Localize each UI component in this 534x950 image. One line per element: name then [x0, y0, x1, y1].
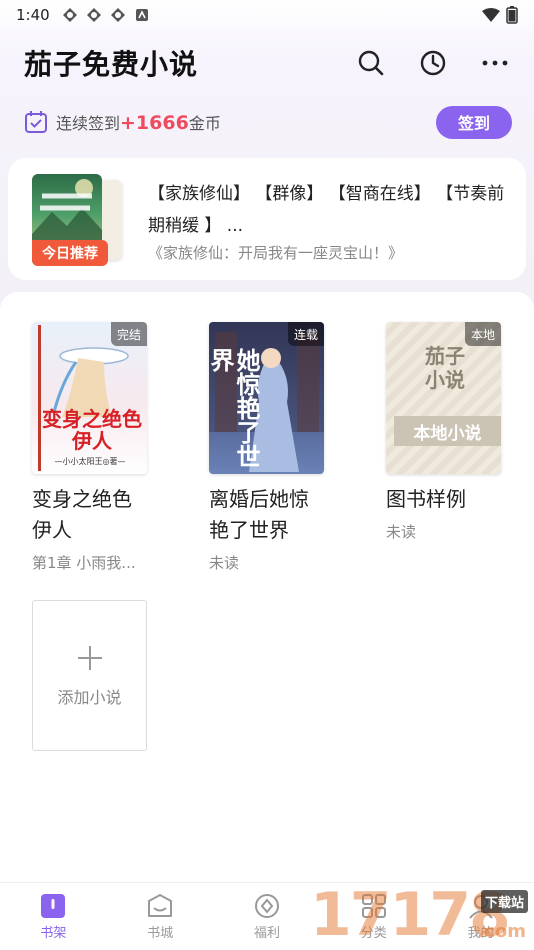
- wifi-icon: [482, 8, 500, 22]
- profile-icon: [468, 894, 493, 919]
- status-time: 1:40: [16, 6, 50, 24]
- book-title: 图书样例: [386, 487, 466, 511]
- tab-profile[interactable]: 我的: [427, 883, 534, 950]
- book-cover-title: 茄子小说: [425, 344, 465, 392]
- book-progress: 未读: [209, 554, 240, 572]
- book-progress: 未读: [386, 523, 417, 541]
- tab-welfare[interactable]: 福利: [214, 883, 321, 950]
- book-item[interactable]: 茄子小说 本地小说 本地 图书样例 未读: [386, 322, 526, 542]
- more-button[interactable]: [480, 48, 510, 78]
- checkin-suffix: 金币: [188, 114, 221, 133]
- recommend-book-name: 《家族修仙：开局我有一座灵宝山！》: [148, 244, 404, 262]
- checkin-button[interactable]: 签到: [436, 105, 512, 139]
- book-cover: 她惊艳了世界 连载: [209, 322, 324, 474]
- book-status-tag: 连载: [287, 322, 324, 346]
- book-cover-title: 她惊艳了世界: [209, 348, 260, 468]
- status-bar: 1:40: [0, 0, 534, 30]
- clock-icon: [420, 50, 446, 76]
- tab-label: 书架: [40, 925, 67, 941]
- tab-bookstore[interactable]: 书城: [107, 883, 214, 950]
- book-cover: 变身之绝色伊人 —小小太阳王◎著— 完结: [32, 322, 147, 474]
- app-header: 茄子免费小说: [0, 40, 534, 86]
- book-cover-author: —小小太阳王◎著—: [54, 457, 126, 466]
- checkin-text: 连续签到+1666金币: [56, 110, 221, 134]
- plus-icon: [77, 645, 102, 670]
- battery-icon: [506, 6, 518, 24]
- book-item[interactable]: 她惊艳了世界 连载 离婚后她惊艳了世界 未读: [209, 322, 349, 573]
- checkin-row: 连续签到+1666金币 签到: [24, 104, 512, 140]
- book-cover-title: 变身之绝色伊人: [42, 407, 142, 453]
- add-novel-button[interactable]: 添加小说: [32, 600, 147, 751]
- book-title: 变身之绝色伊人: [32, 487, 132, 542]
- coin-count: +1666: [120, 112, 189, 134]
- keyboard-notification-icon: [135, 9, 148, 21]
- book-progress: 第1章 小雨我...: [32, 554, 136, 572]
- app-title: 茄子免费小说: [24, 48, 199, 81]
- tab-label: 分类: [360, 925, 387, 941]
- recommend-badge: 今日推荐: [32, 240, 108, 266]
- bookstore-icon: [148, 893, 173, 917]
- bottom-tab-bar: 书架 书城 福利 分类 我的: [0, 882, 534, 950]
- category-icon: [361, 893, 386, 918]
- book-status-tag: 完结: [110, 322, 147, 346]
- add-novel-label: 添加小说: [57, 687, 122, 707]
- search-icon: [358, 50, 384, 76]
- book-item[interactable]: 变身之绝色伊人 —小小太阳王◎著— 完结 变身之绝色伊人 第1章 小雨我...: [32, 322, 172, 573]
- tab-label: 书城: [147, 925, 174, 941]
- book-cover-band: 本地小说: [394, 416, 501, 446]
- app-notification-icon: [86, 8, 101, 22]
- tab-bookshelf[interactable]: 书架: [0, 883, 107, 950]
- book-cover: 茄子小说 本地小说 本地: [386, 322, 501, 474]
- app-notification-icon: [62, 8, 77, 22]
- daily-recommend-card[interactable]: 今日推荐 【家族修仙】 【群像】 【智商在线】 【节奏前期稍缓 】 ... 《家…: [8, 158, 526, 280]
- tab-label: 我的: [467, 925, 494, 941]
- tab-label: 福利: [253, 925, 280, 941]
- tab-category[interactable]: 分类: [320, 883, 427, 950]
- search-button[interactable]: [356, 48, 386, 78]
- welfare-icon: [254, 893, 279, 918]
- calendar-check-icon: [25, 111, 47, 133]
- book-status-tag: 本地: [464, 322, 501, 346]
- more-icon: [482, 60, 508, 66]
- bookshelf-icon: [41, 893, 66, 918]
- book-title: 离婚后她惊艳了世界: [209, 487, 309, 542]
- history-button[interactable]: [418, 48, 448, 78]
- checkin-prefix: 连续签到: [56, 114, 121, 133]
- recommend-tags: 【家族修仙】 【群像】 【智商在线】 【节奏前期稍缓 】 ...: [148, 184, 505, 236]
- app-notification-icon: [110, 8, 125, 22]
